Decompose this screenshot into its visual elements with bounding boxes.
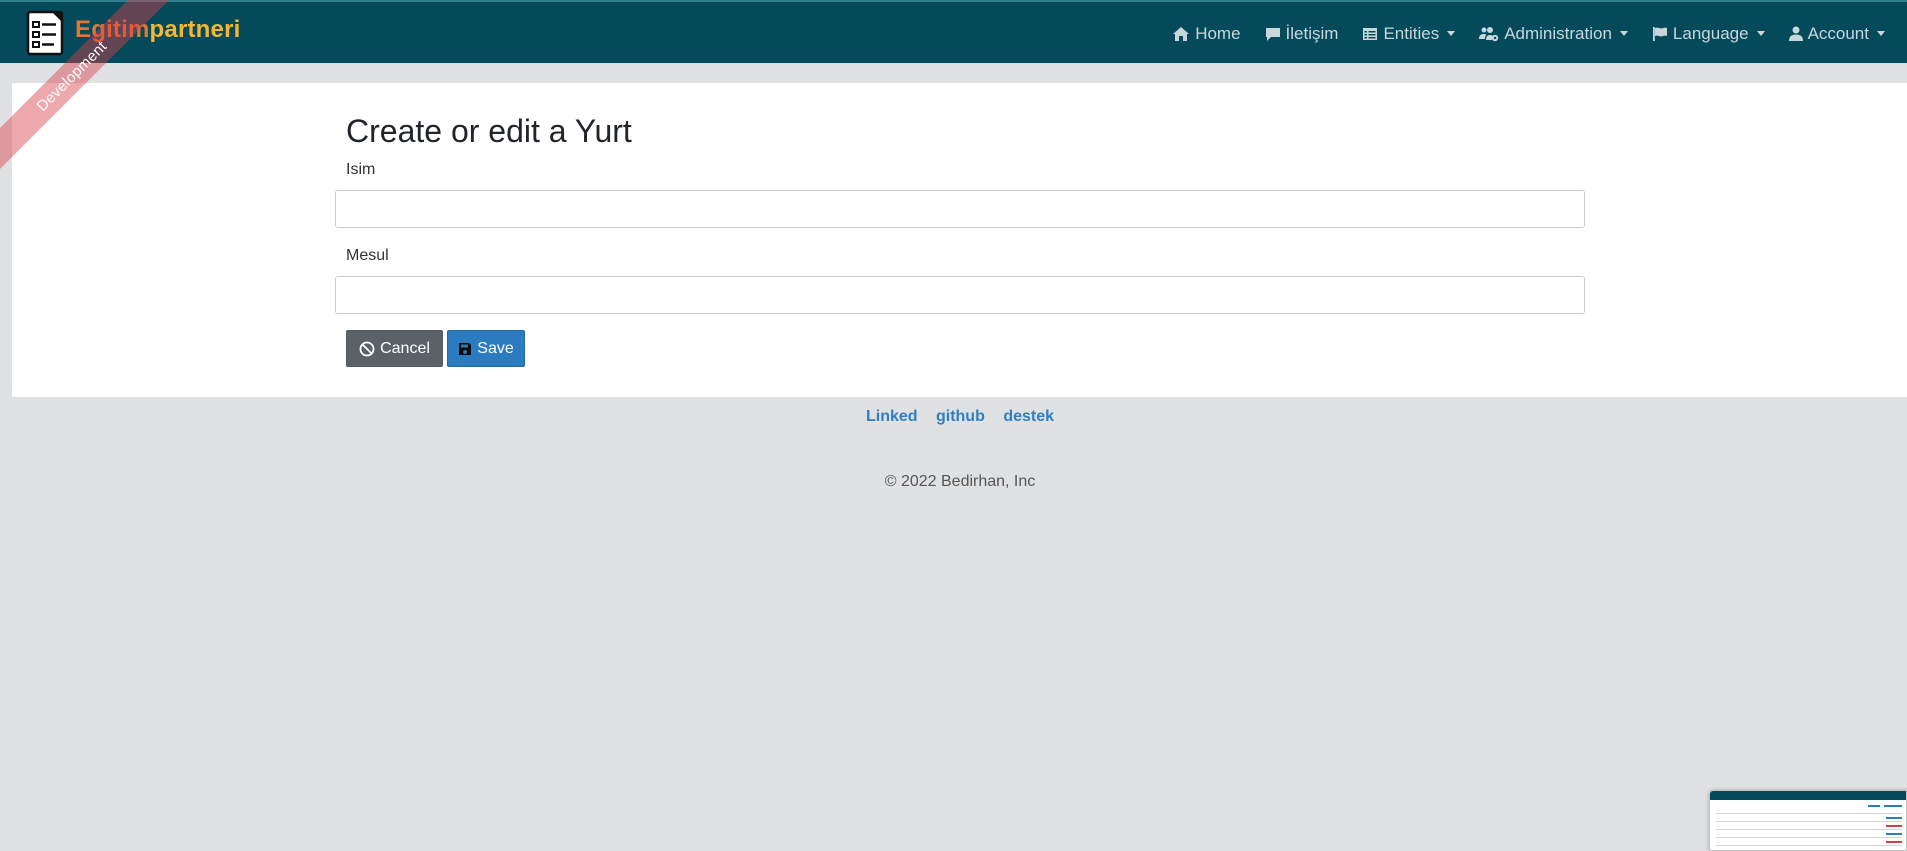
thumbnail-row [1716,829,1902,830]
brand-name-part2: partneri [149,16,241,43]
chevron-down-icon [1877,31,1885,36]
thumbnail-row [1716,837,1902,838]
nav-iletisim[interactable]: İletişim [1265,23,1339,44]
isim-input[interactable] [335,190,1585,228]
chevron-down-icon [1756,31,1765,36]
cancel-button[interactable]: Cancel [346,330,443,367]
nav-administration[interactable]: Administration [1479,24,1628,44]
chevron-down-icon [1447,31,1456,36]
nav-language[interactable]: Language [1652,24,1765,44]
thumbnail-row [1716,821,1902,822]
nav-home[interactable]: Home [1172,23,1241,44]
copyright: © 2022 Bedirhan, Inc [884,473,1036,490]
thumbnail-button [1868,805,1880,807]
form-card: Create or edit a Yurt Isim Mesul Cancel … [12,83,1907,397]
navbar: Egitimpartneri Home İletişim Entities Ad… [0,0,1907,63]
brand-name-part1: Egitim [75,16,150,43]
thumbnail-button [1886,825,1902,827]
nav-administration-label: Administration [1504,23,1612,43]
isim-label: Isim [346,161,376,178]
comment-icon [1265,27,1280,41]
save-button[interactable]: Save [447,330,525,367]
nav-iletisim-label: İletişim [1285,23,1339,43]
nav-home-label: Home [1195,23,1241,43]
thumbnail-button [1886,817,1902,819]
cancel-button-label: Cancel [380,339,430,357]
mesul-label: Mesul [346,247,389,264]
footer-link-github[interactable]: github [936,408,985,425]
brand-name: Egitimpartneri [75,16,241,44]
ban-icon [359,341,375,356]
screenshot-thumbnail[interactable] [1709,790,1907,851]
floppy-disk-icon [459,342,472,355]
nav-menu: Home İletişim Entities Administration La… [1148,2,1885,65]
chevron-down-icon [1619,31,1628,36]
mesul-input[interactable] [335,276,1585,314]
clipboard-list-logo-icon [26,10,64,56]
thumbnail-button [1886,833,1902,835]
nav-entities[interactable]: Entities [1362,23,1456,44]
nav-entities-label: Entities [1383,23,1440,43]
nav-account[interactable]: Account [1788,23,1885,44]
flag-icon [1652,26,1667,41]
user-icon [1788,26,1803,41]
thumbnail-button [1884,805,1902,807]
users-cog-icon [1479,26,1499,41]
save-button-label: Save [477,339,514,357]
thumbnail-row [1716,845,1902,846]
page-title: Create or edit a Yurt [346,113,632,149]
thumbnail-row [1716,813,1902,814]
nav-account-label: Account [1807,23,1869,43]
brand-link[interactable]: Egitimpartneri [26,10,241,56]
nav-language-label: Language [1672,23,1749,43]
footer-link-linked[interactable]: Linked [866,408,918,425]
thumbnail-navbar [1710,791,1906,800]
thumbnail-button [1886,841,1902,843]
table-list-icon [1363,27,1378,40]
footer-links: Linked github destek [0,408,1907,426]
home-icon [1173,26,1190,41]
footer-link-destek[interactable]: destek [1003,408,1054,425]
